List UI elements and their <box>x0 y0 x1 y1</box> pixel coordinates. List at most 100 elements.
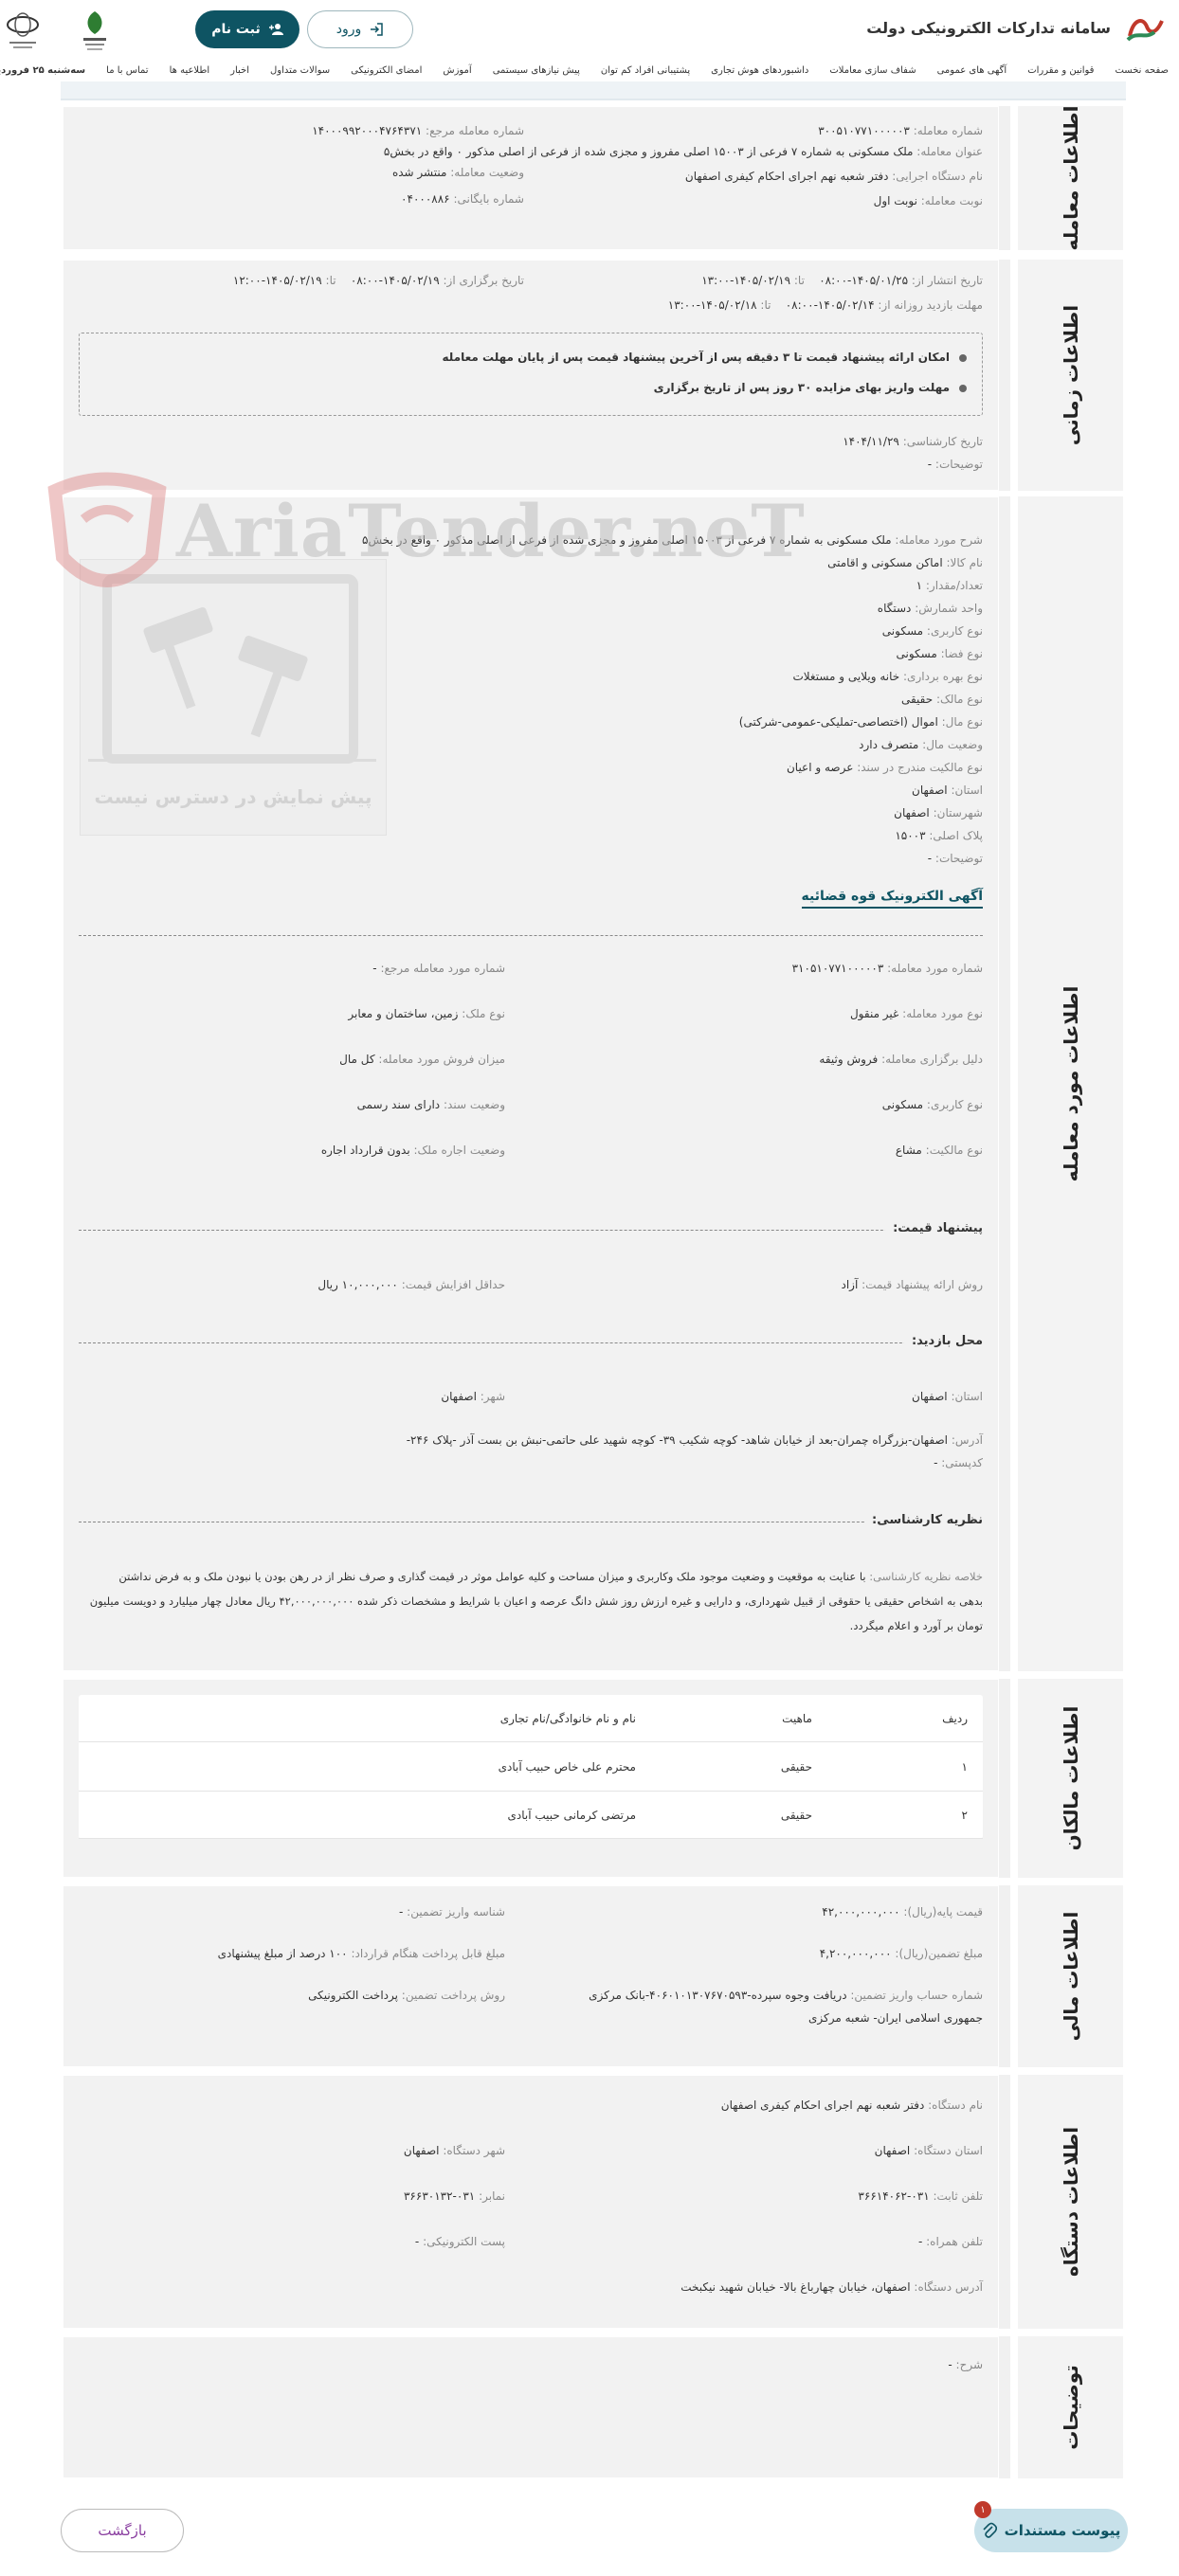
field-value: ۱۴۰۵/۰۱/۲۵-۰۸:۰۰ <box>819 274 909 287</box>
judiciary-ad-link[interactable]: آگهی الکترونیک قوه قضائیه <box>801 889 983 909</box>
table-row: ۲ حقیقی مرتضی کرمانی حبیب آبادی <box>79 1792 983 1839</box>
field-label: وضعیت مال: <box>922 738 983 751</box>
field-label: وضعیت اجاره ملک: <box>413 1144 505 1157</box>
site-title[interactable]: سامانه تدارکات الکترونیکی دولت <box>866 19 1111 37</box>
nav-item-home[interactable]: صفحه نخست <box>1104 65 1179 76</box>
login-button[interactable]: ورود <box>307 10 413 48</box>
price-title: پیشنهاد قیمت: <box>885 1221 983 1235</box>
price-method: روش ارائه پیشنهاد قیمت: آزاد <box>842 1278 984 1291</box>
field-value: ۱۴۰۵/۰۲/۱۴-۰۸:۰۰ <box>785 298 875 312</box>
field-value: نوبت اول <box>873 194 917 207</box>
section-title: اطلاعات دستگاه <box>1059 2126 1082 2278</box>
section-time-info: تاریخ انتشار از: ۱۴۰۵/۰۱/۲۵-۰۸:۰۰ تا: ۱۴… <box>61 260 1126 491</box>
field-label: استان دستگاه: <box>914 2144 983 2157</box>
field-value: - <box>414 2235 420 2248</box>
nav-item-accessibility[interactable]: پشتیبانی افراد کم توان <box>590 65 700 76</box>
field-value: ۴,۲۰۰,۰۰۰,۰۰۰ <box>819 1947 892 1960</box>
section-body: قیمت پایه(ریال): ۴۲,۰۰۰,۰۰۰,۰۰۰ شناسه وا… <box>61 1885 999 2067</box>
field-value: پرداخت الکترونیکی <box>308 1989 398 2002</box>
field-value: ۱۴۰۵/۰۲/۱۹-۰۸:۰۰ <box>350 274 440 287</box>
nav-item-e-signature[interactable]: امضای الکترونیکی <box>340 65 432 76</box>
ad-use: نوع کاربری: مسکونی <box>882 1098 983 1111</box>
field-label: تاریخ کارشناسی: <box>902 435 983 448</box>
contract-payment: مبلغ قابل پرداخت هنگام قرارداد: ۱۰۰ درصد… <box>218 1947 505 1960</box>
field-label: توضیحات: <box>934 458 983 471</box>
field-label: شماره بایگانی: <box>453 192 524 206</box>
field-value: - <box>927 458 933 471</box>
nav-item-prerequisites[interactable]: پیش نیازهای سیستمی <box>482 65 590 76</box>
note-text: مهلت واریز بهای مزایده ۳۰ روز پس از تاری… <box>653 381 950 394</box>
field-label: تاریخ برگزاری از: <box>443 274 525 287</box>
section-title: اطلاعات زمانی <box>1059 304 1082 446</box>
field-value: مسکونی <box>881 1098 924 1111</box>
divider <box>79 935 983 936</box>
nav-item-bi-dashboards[interactable]: داشبوردهای هوش تجاری <box>700 65 819 76</box>
nav-item-faq[interactable]: سوالات متداول <box>260 65 340 76</box>
field-value: اموال (اختصاصی-تملیکی-عمومی-شرکتی) <box>738 715 938 729</box>
field-label: شماره معامله مرجع: <box>426 124 524 137</box>
field-label: میزان فروش مورد معامله: <box>378 1053 505 1066</box>
top-strip <box>61 81 1126 100</box>
org-address: آدرس دستگاه: اصفهان، خیابان چهارباغ بالا… <box>680 2280 983 2294</box>
section-side: اطلاعات مورد معامله <box>1010 496 1126 1671</box>
field-value: اصفهان <box>912 1390 948 1403</box>
time-desc: توضیحات: - <box>928 458 983 471</box>
field-label: نوبت معامله: <box>920 194 983 207</box>
nav-item-contact[interactable]: تماس با ما <box>96 65 158 76</box>
field-label: شماره حساب واریز تضمین: <box>850 1989 983 2002</box>
site-logo-icon[interactable] <box>1126 13 1166 45</box>
section-body: نام دستگاه: دفتر شعبه نهم اجرای احکام کی… <box>61 2075 999 2329</box>
guarantee-id: شناسه واریز تضمین: - <box>399 1905 505 1918</box>
nav-item-news[interactable]: اخبار <box>220 65 260 76</box>
attachments-count-badge: ۱ <box>974 2501 991 2518</box>
register-button[interactable]: ثبت نام <box>195 10 299 48</box>
field-label: نوع فضا: <box>940 647 983 660</box>
item-field-row: نوع کاربری: مسکونی <box>882 624 983 638</box>
field-value: ۳۰۰۵۱۰۷۷۱۰۰۰۰۰۳ <box>818 124 910 137</box>
guarantee-pay-method: روش پرداخت تضمین: پرداخت الکترونیکی <box>308 1989 505 2002</box>
nav-item-laws[interactable]: قوانین و مقررات <box>1017 65 1104 76</box>
time-note-2: مهلت واریز بهای مزایده ۳۰ روز پس از تاری… <box>654 381 967 394</box>
section-org: نام دستگاه: دفتر شعبه نهم اجرای احکام کی… <box>61 2075 1126 2329</box>
field-label: نمابر: <box>479 2189 505 2203</box>
field-label: پلاک اصلی: <box>929 829 983 842</box>
field-label: شماره مورد معامله: <box>887 962 983 975</box>
section-side: اطلاعات دستگاه <box>1010 2075 1126 2329</box>
nav-item-training[interactable]: آموزش <box>432 65 481 76</box>
section-side: اطلاعات مالکان <box>1010 1679 1126 1878</box>
nav-item-public-ads[interactable]: آگهی های عمومی <box>927 65 1018 76</box>
field-label: قیمت پایه(ریال): <box>903 1905 983 1918</box>
owner-type: حقیقی <box>780 1759 812 1774</box>
item-field-row: شهرستان: اصفهان <box>894 806 983 820</box>
field-label: خلاصه نظریه کارشناسی: <box>869 1570 983 1583</box>
field-label: آدرس: <box>951 1433 983 1447</box>
field-value: ۱۴۰۵/۰۲/۱۹-۱۲:۰۰ <box>232 274 322 287</box>
item-field-row: واحد شمارش: دستگاه <box>878 602 983 615</box>
attachments-button[interactable]: پیوست مستندات <box>974 2509 1128 2552</box>
field-value: بدون قرارداد اجاره <box>320 1144 410 1157</box>
guarantee-amount: مبلغ تضمین(ریال): ۴,۲۰۰,۰۰۰,۰۰۰ <box>820 1947 983 1960</box>
field-value: اصفهان <box>441 1390 477 1403</box>
guarantee-account-2: جمهوری اسلامی ایران- شعبه مرکزی <box>808 2011 983 2025</box>
field-label: نوع مالکیت: <box>925 1144 983 1157</box>
field-value: - <box>948 2358 952 2371</box>
field-label: نام دستگاه اجرایی: <box>892 170 983 183</box>
table-header-row: ردیف ماهیت نام و نام خانوادگی/نام تجاری <box>79 1695 983 1742</box>
field-value: ملک مسکونی به شماره ۷ فرعی از ۱۵۰۰۳ اصلی… <box>383 145 914 158</box>
item-field-row: وضعیت مال: متصرف دارد <box>859 738 983 751</box>
ad-ref: شماره مورد معامله مرجع: - <box>372 962 505 975</box>
field-value: عرصه و اعیان <box>786 761 854 774</box>
back-button[interactable]: بازگشت <box>61 2509 184 2552</box>
section-side: اطلاعات مالی <box>1010 1885 1126 2067</box>
nav-item-transparency[interactable]: شفاف سازی معاملات <box>819 65 926 76</box>
login-icon <box>371 23 384 36</box>
field-label: استان: <box>951 784 983 797</box>
field-value: غیر منقول <box>849 1007 899 1020</box>
field-label: نوع کاربری: <box>926 624 983 638</box>
field-value: دارای سند رسمی <box>356 1098 441 1111</box>
field-label: شماره مورد معامله مرجع: <box>380 962 505 975</box>
nav-item-announcements[interactable]: اطلاعیه ها <box>159 65 221 76</box>
field-value: ۰۳۱-۳۶۶۱۴۰۶۲ <box>858 2189 930 2203</box>
field-label: کدپستی: <box>941 1456 983 1469</box>
item-field-row: نوع مالکیت مندرج در سند: عرصه و اعیان <box>787 761 983 774</box>
